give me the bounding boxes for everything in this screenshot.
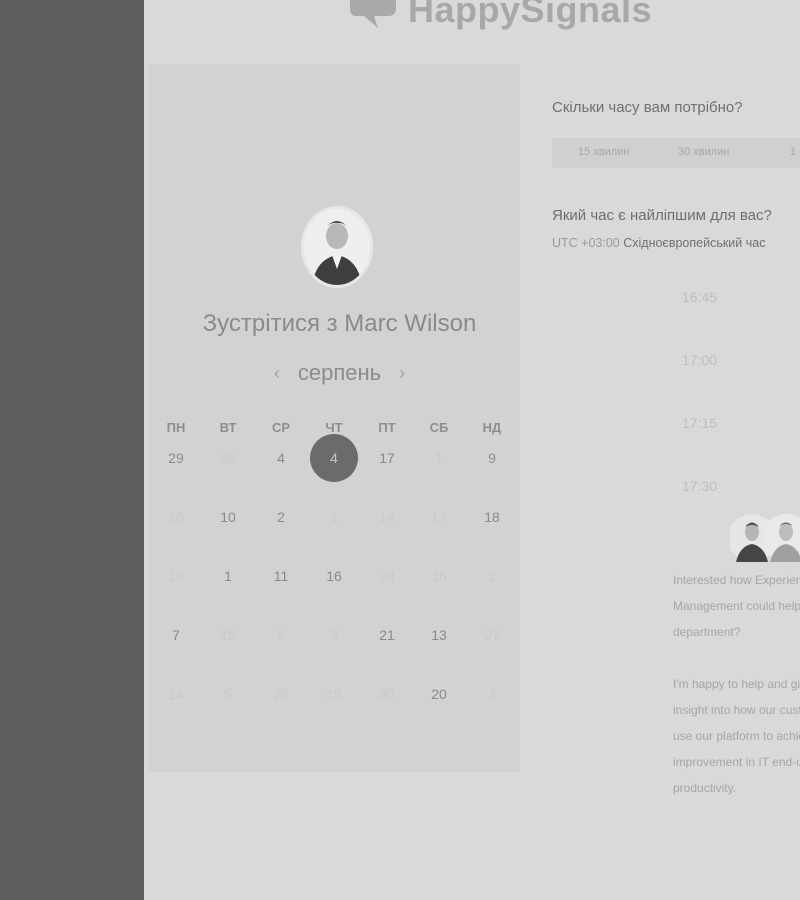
calendar-day[interactable]: 18 <box>474 509 510 525</box>
prev-month-chevron-icon[interactable]: ‹ <box>274 363 280 384</box>
team-avatars <box>728 512 800 564</box>
calendar-day[interactable]: 10 <box>210 509 246 525</box>
timezone-selector[interactable]: UTC +03:00 Східноєвропейський час <box>552 236 765 250</box>
weekday-label: СБ <box>429 420 449 435</box>
calendar-day: 28 <box>379 568 395 584</box>
calendar-day: 16 <box>431 568 447 584</box>
description-line: improvement in IT end-us <box>673 755 800 769</box>
calendar-day[interactable]: 17 <box>369 450 405 466</box>
calendar-day: 17 <box>431 509 447 525</box>
calendar-day: 15 <box>220 627 236 643</box>
calendar-day: 3 <box>488 686 496 702</box>
booking-page: HappySignals Зустрітися з Marc Wilson ‹ … <box>144 0 800 900</box>
calendar-day: 16 <box>168 509 184 525</box>
scheduler-card: Зустрітися з Marc Wilson ‹ серпень › ПН В… <box>149 64 520 772</box>
calendar-day: 14 <box>379 509 395 525</box>
calendar-day[interactable]: 11 <box>263 568 299 584</box>
calendar-day[interactable]: 29 <box>158 450 194 466</box>
calendar-day: 1 <box>435 450 443 466</box>
weekday-label: СР <box>271 420 291 435</box>
next-month-chevron-icon[interactable]: › <box>399 363 405 384</box>
description-line: department? <box>673 625 741 639</box>
speech-bubble-logo-icon <box>344 0 400 38</box>
calendar-day: 25 <box>273 686 289 702</box>
calendar-day: 5 <box>224 686 232 702</box>
calendar-day[interactable]: 21 <box>369 627 405 643</box>
description-line: Management could help <box>673 599 800 613</box>
description-line: I'm happy to help and give <box>673 677 800 691</box>
host-avatar <box>301 206 373 288</box>
weekday-label: НД <box>482 420 502 435</box>
description-line: productivity. <box>673 781 737 795</box>
booking-options: Скільки часу вам потрібно? 15 хвилин 30 х… <box>552 0 800 900</box>
calendar-day[interactable]: 1 <box>210 568 246 584</box>
description-line: Interested how Experience <box>673 573 800 587</box>
calendar-day: 2 <box>277 627 285 643</box>
calendar-day: 27 <box>484 627 500 643</box>
duration-question: Скільки часу вам потрібно? <box>552 99 743 116</box>
time-slot[interactable]: 17:30 <box>682 478 717 494</box>
weekday-label: ПН <box>166 420 186 435</box>
calendar-day: 10 <box>168 568 184 584</box>
time-slot[interactable]: 17:00 <box>682 352 717 368</box>
calendar-day[interactable]: 9 <box>474 450 510 466</box>
calendar-day: 1 <box>330 509 338 525</box>
left-dark-strip <box>0 0 144 900</box>
calendar-day: 2 <box>488 568 496 584</box>
month-label: серпень <box>297 360 382 385</box>
calendar-day[interactable]: 20 <box>421 686 457 702</box>
calendar-day-selected[interactable]: 4 <box>310 434 358 482</box>
duration-option[interactable]: 15 хвилин <box>578 146 629 158</box>
calendar-day: 30 <box>220 450 236 466</box>
calendar-day: 14 <box>168 686 184 702</box>
timezone-name: Східноєвропейський час <box>623 236 766 250</box>
month-navigation: ‹ серпень › <box>149 360 530 386</box>
host-description: Interested how Experience Management coul… <box>673 567 800 801</box>
description-line <box>673 645 800 671</box>
description-line: insight into how our custo <box>673 703 800 717</box>
timezone-offset: UTC +03:00 <box>552 236 620 250</box>
calendar-day: 30 <box>379 686 395 702</box>
time-question: Який час є найліпшим для вас? <box>552 207 772 224</box>
time-slot[interactable]: 17:15 <box>682 415 717 431</box>
calendar-day[interactable]: 16 <box>316 568 352 584</box>
calendar-day[interactable]: 13 <box>421 627 457 643</box>
duration-selector: 15 хвилин 30 хвилин 1 г <box>552 138 800 168</box>
duration-option[interactable]: 1 г <box>790 146 800 158</box>
description-line: use our platform to achie <box>673 729 800 743</box>
weekday-label: ЧТ <box>325 420 343 435</box>
weekday-label: ВТ <box>219 420 237 435</box>
duration-option[interactable]: 30 хвилин <box>678 146 729 158</box>
calendar-day[interactable]: 4 <box>263 450 299 466</box>
meeting-title: Зустрітися з Marc Wilson <box>202 310 477 337</box>
calendar-day[interactable]: 2 <box>263 509 299 525</box>
calendar-day: 3 <box>330 627 338 643</box>
calendar-day[interactable]: 7 <box>158 627 194 643</box>
weekday-label: ПТ <box>378 420 396 435</box>
time-slot[interactable]: 16:45 <box>682 289 717 305</box>
calendar-day: 19 <box>326 686 342 702</box>
